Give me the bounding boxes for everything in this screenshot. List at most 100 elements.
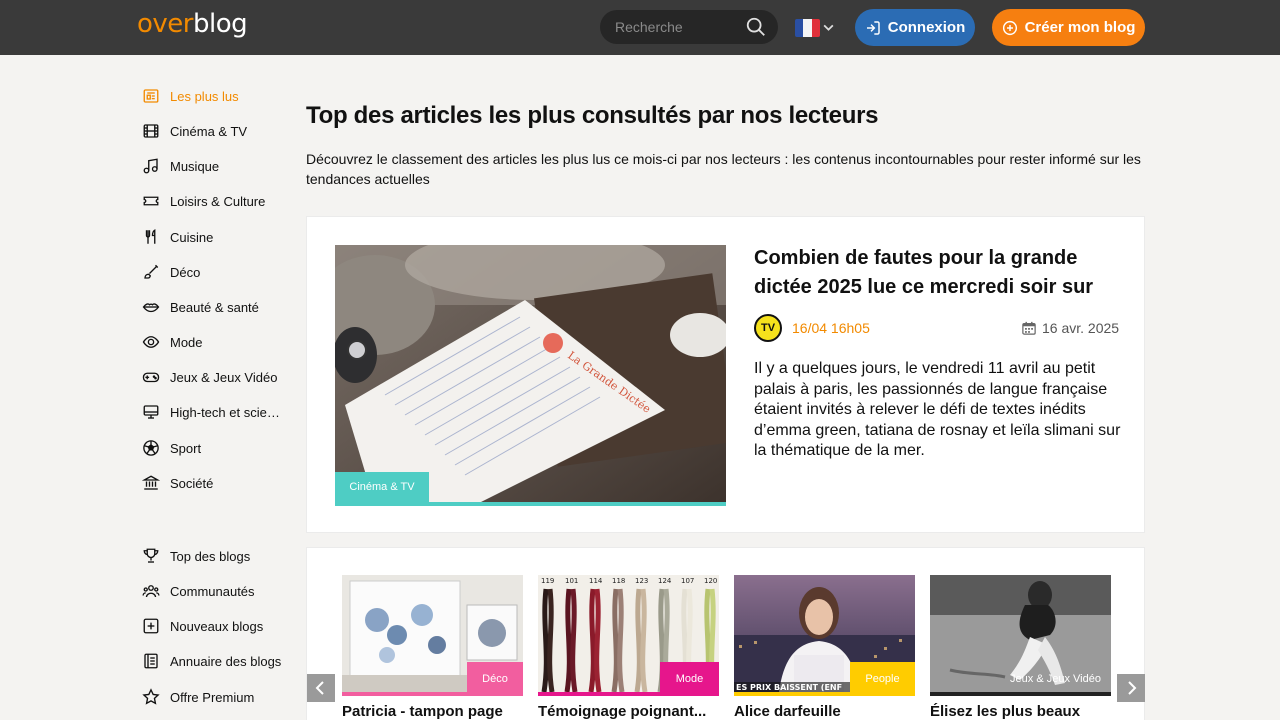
carousel-prev-button[interactable] [307, 674, 335, 702]
plus-circle-icon [1002, 20, 1017, 35]
login-label: Connexion [887, 19, 966, 36]
sidebar-item-loisirs-culture[interactable]: Loisirs & Culture [142, 191, 265, 211]
swatch-number: 107 [681, 577, 694, 585]
sidebar-item-societe[interactable]: Société [142, 473, 213, 493]
page-description: Découvrez le classement des articles les… [306, 151, 1141, 187]
utensils-icon [145, 229, 156, 244]
paintbrush-icon [144, 264, 159, 279]
film-icon [143, 124, 159, 138]
sidebar-label: Sport [170, 440, 202, 456]
swatch-number: 120 [704, 577, 717, 585]
swatch-number: 124 [658, 577, 672, 585]
carousel-item-title[interactable]: Élisez les plus beaux [930, 703, 1111, 720]
carousel-item-title[interactable]: Patricia - tampon page [342, 703, 523, 720]
sidebar-link-top-blogs[interactable]: Top des blogs [142, 546, 250, 566]
chevron-left-icon [315, 681, 324, 695]
swatch-number: 119 [541, 577, 554, 585]
overblog-logo[interactable]: overblog [137, 9, 248, 39]
gamepad-icon [142, 372, 160, 383]
articles-carousel: Déco Patricia - tampon page 119 101 114 … [306, 547, 1145, 720]
article-excerpt: Il y a quelques jours, le vendredi 11 av… [754, 360, 1121, 459]
featured-article-image[interactable]: La Grande Dictée [335, 245, 726, 506]
sidebar-item-mode[interactable]: Mode [142, 332, 203, 352]
sidebar-label: Jeux & Jeux Vidéo [170, 369, 278, 385]
page-title: Top des articles les plus consultés par … [306, 102, 879, 129]
sidebar-item-jeux-video[interactable]: Jeux & Jeux Vidéo [142, 367, 277, 387]
source-logo[interactable]: TV [754, 314, 782, 342]
category-tag[interactable]: Cinéma & TV [335, 472, 429, 502]
swatch-number: 114 [589, 577, 603, 585]
sidebar-item-cinema-tv[interactable]: Cinéma & TV [142, 121, 247, 141]
directory-icon [144, 653, 158, 669]
sidebar-label: Annuaire des blogs [170, 653, 282, 669]
sidebar-item-beaute-sante[interactable]: Beauté & santé [142, 297, 259, 317]
music-note-icon [143, 158, 158, 174]
sidebar-label: Beauté & santé [170, 299, 259, 315]
search-icon[interactable] [745, 16, 767, 38]
top-navigation-bar: overblog Connexion Créer mon blog [0, 0, 1280, 55]
trophy-icon [143, 548, 159, 563]
swatch-number: 123 [635, 577, 648, 585]
carousel-category-tag[interactable]: Déco [467, 662, 523, 696]
sidebar-item-cuisine[interactable]: Cuisine [142, 227, 213, 247]
search-box [600, 10, 778, 44]
monitor-icon [143, 405, 159, 419]
create-blog-label: Créer mon blog [1024, 19, 1136, 36]
sidebar-label: Nouveaux blogs [170, 618, 264, 634]
sidebar-label: Loisirs & Culture [170, 193, 266, 209]
logo-part-over: over [137, 9, 193, 39]
newspaper-icon [143, 89, 159, 103]
sidebar-link-offre-premium[interactable]: Offre Premium [142, 687, 254, 707]
chevron-right-icon [1128, 681, 1137, 695]
featured-article-card[interactable]: La Grande Dictée Cinéma & TV Combien de … [306, 216, 1145, 533]
sidebar-label: Offre Premium [170, 689, 255, 705]
sidebar-label: Société [170, 475, 214, 491]
sidebar-label: Musique [170, 158, 220, 174]
sidebar-item-deco[interactable]: Déco [142, 262, 200, 282]
category-color-strip [335, 502, 726, 506]
lips-icon [142, 303, 160, 313]
search-input[interactable] [615, 18, 740, 36]
login-icon [866, 20, 880, 35]
ticket-icon [143, 196, 159, 206]
article-title[interactable]: Combien de fautes pour la grande dictée … [754, 244, 1124, 302]
language-flag-icon[interactable] [795, 19, 820, 37]
carousel-category-tag[interactable]: People [850, 662, 915, 696]
calendar-icon [1022, 321, 1036, 335]
users-icon [142, 585, 160, 598]
chevron-down-icon[interactable] [822, 21, 835, 34]
sidebar-label: Mode [170, 334, 203, 350]
sidebar-link-nouveaux-blogs[interactable]: Nouveaux blogs [142, 616, 263, 636]
sidebar-label: Déco [170, 264, 201, 280]
sidebar-label: High-tech et scien… [170, 404, 282, 420]
swatch-number: 101 [565, 577, 578, 585]
carousel-category-tag[interactable]: Mode [660, 662, 719, 696]
plus-square-icon [143, 618, 159, 634]
article-date: 16 avr. 2025 [1042, 320, 1120, 336]
dictation-paper-image: La Grande Dictée [335, 245, 726, 506]
sidebar-item-high-tech[interactable]: High-tech et scien… [142, 402, 282, 422]
login-button[interactable]: Connexion [855, 9, 975, 46]
article-time: 16/04 16h05 [792, 320, 870, 336]
carousel-item-title[interactable]: Alice darfeuille [734, 703, 915, 720]
eye-icon [142, 336, 160, 348]
sidebar-item-les-plus-lus[interactable]: Les plus lus [142, 86, 239, 106]
carousel-category-tag[interactable]: Jeux & Jeux Vidéo [1000, 662, 1111, 696]
sidebar-label: Communautés [170, 583, 255, 599]
sidebar-label: Cinéma & TV [170, 123, 248, 139]
create-blog-button[interactable]: Créer mon blog [992, 9, 1145, 46]
sidebar-label: Les plus lus [170, 88, 239, 104]
carousel-next-button[interactable] [1117, 674, 1145, 702]
institution-icon [142, 475, 160, 490]
sidebar-link-annuaire[interactable]: Annuaire des blogs [142, 651, 281, 671]
sidebar-item-musique[interactable]: Musique [142, 156, 219, 176]
sidebar-label: Top des blogs [170, 548, 251, 564]
star-icon [142, 688, 160, 705]
sidebar-item-sport[interactable]: Sport [142, 438, 201, 458]
sidebar-label: Cuisine [170, 229, 214, 245]
carousel-item-title[interactable]: Témoignage poignant... [538, 703, 719, 720]
logo-part-blog: blog [192, 9, 248, 39]
sidebar-link-communautes[interactable]: Communautés [142, 581, 255, 601]
swatch-number: 118 [612, 577, 625, 585]
image-caption: ES PRIX BAISSENT (ENF [736, 683, 842, 692]
